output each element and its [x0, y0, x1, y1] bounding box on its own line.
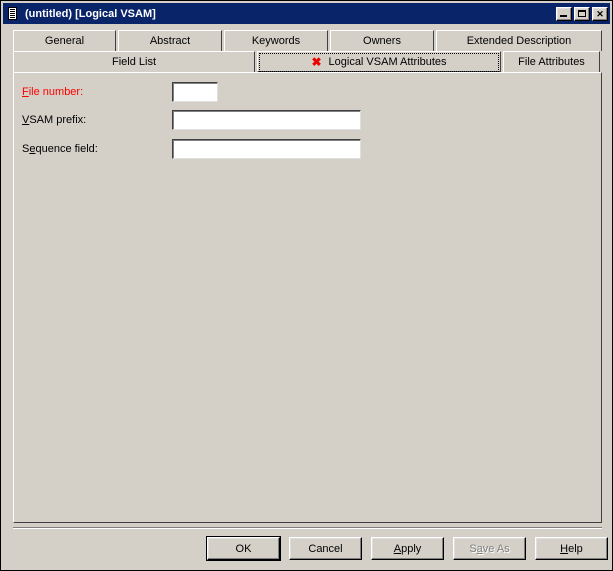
tab-label: Logical VSAM Attributes — [328, 55, 447, 68]
close-button[interactable]: ✕ — [592, 6, 608, 21]
apply-button[interactable]: Apply — [371, 537, 444, 560]
error-x-icon: ✖ — [311, 54, 322, 69]
help-button[interactable]: Help — [535, 537, 608, 560]
tab-keywords[interactable]: Keywords — [224, 30, 328, 51]
footer-separator — [13, 527, 602, 529]
tab-general[interactable]: General — [13, 30, 116, 51]
dialog-window: (untitled) [Logical VSAM] ✕ General Abst… — [0, 0, 613, 571]
tab-strip: General Abstract Keywords Owners Extende… — [13, 30, 602, 72]
file-number-input[interactable] — [172, 82, 218, 102]
tab-label: Field List — [111, 56, 157, 68]
sequence-field-input[interactable] — [172, 139, 361, 159]
ok-button[interactable]: OK — [206, 536, 281, 561]
tab-logical-vsam-attributes[interactable]: ✖ Logical VSAM Attributes — [257, 51, 501, 72]
save-as-button[interactable]: Save As — [453, 537, 526, 560]
tab-abstract[interactable]: Abstract — [118, 30, 222, 51]
vsam-prefix-input[interactable] — [172, 110, 361, 130]
tab-label: Keywords — [251, 35, 301, 47]
title-bar: (untitled) [Logical VSAM] ✕ — [3, 3, 610, 24]
tab-row-1: General Abstract Keywords Owners Extende… — [13, 30, 602, 51]
tab-file-attributes[interactable]: File Attributes — [503, 51, 600, 72]
field-row-vsam-prefix: VSAM prefix: — [22, 110, 361, 130]
field-row-file-number: File number: — [22, 82, 218, 102]
dialog-button-bar: OK Cancel Apply Save As Help — [206, 536, 608, 561]
cancel-button[interactable]: Cancel — [289, 537, 362, 560]
tab-row-2: Field List ✖ Logical VSAM Attributes Fil… — [13, 51, 602, 72]
file-number-label: File number: — [22, 86, 84, 98]
window-title: (untitled) [Logical VSAM] — [25, 7, 156, 20]
close-icon: ✕ — [596, 8, 604, 19]
tab-label: Owners — [363, 35, 401, 47]
field-row-sequence-field: Sequence field: — [22, 139, 361, 159]
tab-label: File Attributes — [518, 56, 585, 68]
vsam-prefix-label: VSAM prefix: — [22, 114, 87, 126]
tab-owners[interactable]: Owners — [330, 30, 434, 51]
tab-label: Extended Description — [466, 35, 572, 47]
tab-content-panel: File number: VSAM prefix: Sequence field… — [13, 72, 602, 523]
minimize-button[interactable] — [556, 6, 572, 21]
document-icon — [6, 6, 20, 21]
maximize-button[interactable] — [574, 6, 590, 21]
tab-label: Abstract — [149, 35, 191, 47]
window-controls: ✕ — [556, 6, 608, 21]
tab-extended-description[interactable]: Extended Description — [436, 30, 602, 51]
tab-field-list[interactable]: Field List — [13, 51, 255, 72]
sequence-field-label: Sequence field: — [22, 143, 98, 155]
tab-label: General — [44, 35, 85, 47]
